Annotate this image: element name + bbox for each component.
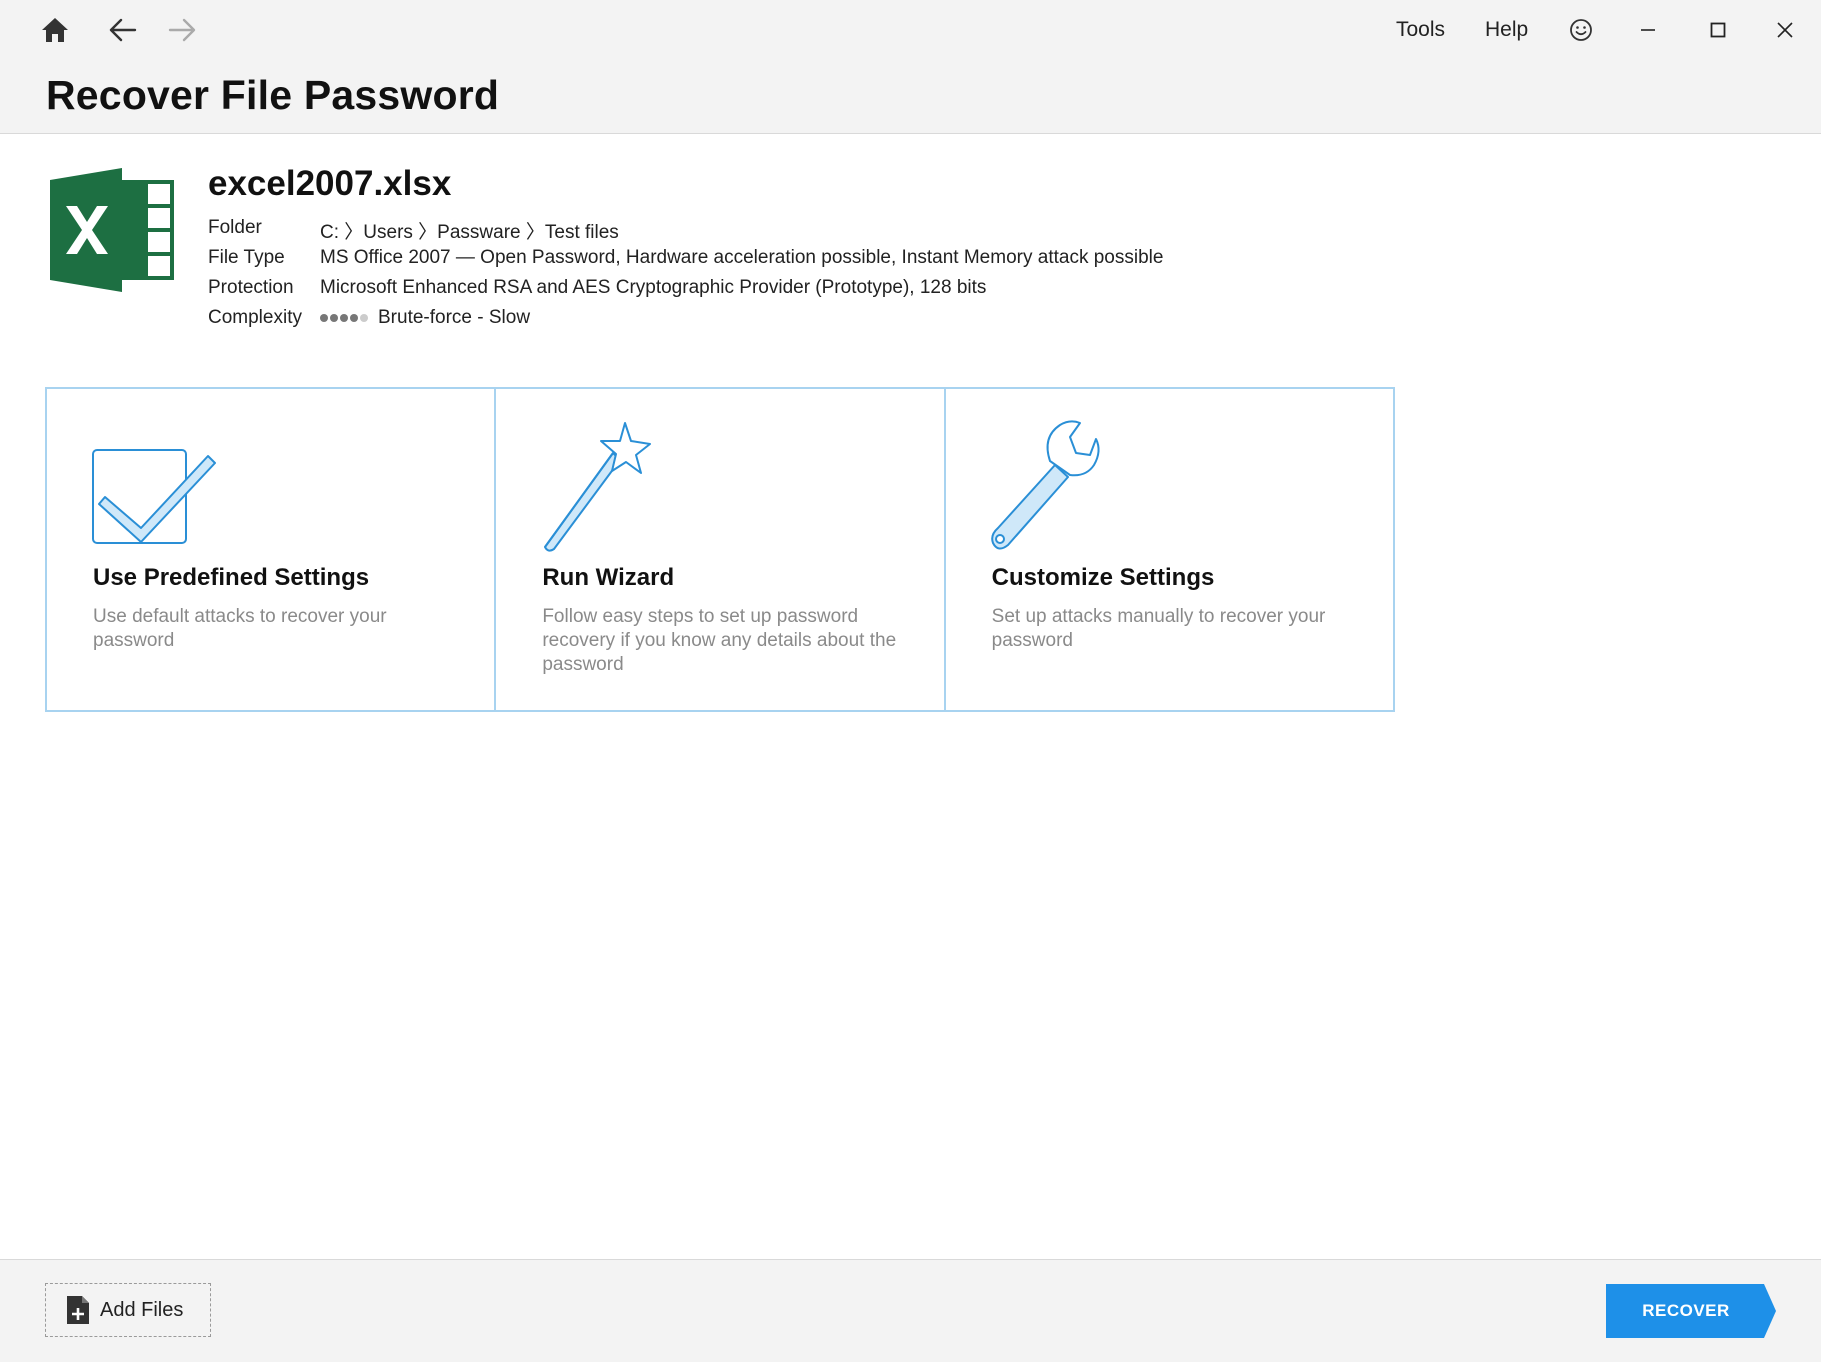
excel-file-icon bbox=[50, 168, 174, 292]
complexity-dot bbox=[350, 313, 358, 322]
title-bar: Tools Help Recover File Password bbox=[0, 0, 1821, 134]
home-icon bbox=[42, 18, 68, 42]
close-icon bbox=[1777, 22, 1793, 38]
magic-wand-icon bbox=[544, 422, 652, 552]
arrow-right-icon bbox=[168, 18, 196, 42]
menu-tools[interactable]: Tools bbox=[1396, 18, 1445, 42]
back-button[interactable] bbox=[103, 10, 143, 50]
checkbox-icon bbox=[92, 449, 216, 544]
complexity-value: Brute-force - Slow bbox=[320, 307, 530, 329]
card-run-wizard[interactable]: Run Wizard Follow easy steps to set up p… bbox=[496, 389, 946, 710]
app-window: Tools Help Recover File Password excel20… bbox=[0, 0, 1821, 1362]
recover-button[interactable]: RECOVER bbox=[1606, 1284, 1776, 1338]
card-description: Set up attacks manually to recover your … bbox=[991, 606, 1326, 651]
card-title: Customize Settings bbox=[991, 564, 1215, 591]
forward-button[interactable] bbox=[162, 10, 202, 50]
footer-bar: Add Files RECOVER bbox=[0, 1259, 1821, 1362]
protection-label: Protection bbox=[208, 277, 294, 298]
close-button[interactable] bbox=[1763, 10, 1807, 50]
complexity-label: Complexity bbox=[208, 307, 302, 328]
menu-help[interactable]: Help bbox=[1485, 18, 1528, 42]
card-title: Use Predefined Settings bbox=[93, 564, 370, 591]
folder-path: C: 〉Users 〉Passware 〉Test files bbox=[320, 222, 619, 243]
folder-label: Folder bbox=[208, 217, 262, 238]
card-predefined-settings[interactable]: Use Predefined Settings Use default atta… bbox=[47, 389, 497, 710]
arrow-left-icon bbox=[109, 18, 137, 42]
home-button[interactable] bbox=[35, 10, 75, 50]
wrench-icon bbox=[990, 420, 1100, 550]
smiley-icon bbox=[1570, 19, 1592, 41]
complexity-dot bbox=[330, 313, 338, 322]
complexity-dot bbox=[320, 313, 328, 322]
card-customize-settings[interactable]: Customize Settings Set up attacks manual… bbox=[946, 389, 1393, 710]
complexity-text: Brute-force - Slow bbox=[378, 307, 531, 329]
protection-value: Microsoft Enhanced RSA and AES Cryptogra… bbox=[320, 277, 987, 298]
complexity-rating bbox=[320, 307, 370, 329]
file-type-value: MS Office 2007 — Open Password, Hardware… bbox=[320, 247, 1164, 268]
feedback-button[interactable] bbox=[1559, 10, 1603, 50]
file-type-label: File Type bbox=[208, 247, 285, 268]
add-files-label: Add Files bbox=[100, 1298, 184, 1321]
minimize-button[interactable] bbox=[1626, 10, 1670, 50]
page-title: Recover File Password bbox=[46, 72, 500, 118]
maximize-icon bbox=[1710, 22, 1726, 38]
add-file-icon bbox=[67, 1296, 89, 1324]
recover-label: RECOVER bbox=[1642, 1301, 1730, 1320]
card-description: Follow easy steps to set up password rec… bbox=[542, 606, 897, 675]
complexity-dot bbox=[360, 313, 368, 322]
complexity-dot bbox=[340, 313, 348, 322]
add-files-button[interactable]: Add Files bbox=[45, 1283, 211, 1337]
recovery-options: Use Predefined Settings Use default atta… bbox=[45, 387, 1395, 712]
file-name: excel2007.xlsx bbox=[208, 164, 452, 203]
card-description: Use default attacks to recover your pass… bbox=[93, 606, 387, 651]
card-title: Run Wizard bbox=[542, 564, 675, 591]
minimize-icon bbox=[1641, 29, 1655, 31]
maximize-button[interactable] bbox=[1696, 10, 1740, 50]
